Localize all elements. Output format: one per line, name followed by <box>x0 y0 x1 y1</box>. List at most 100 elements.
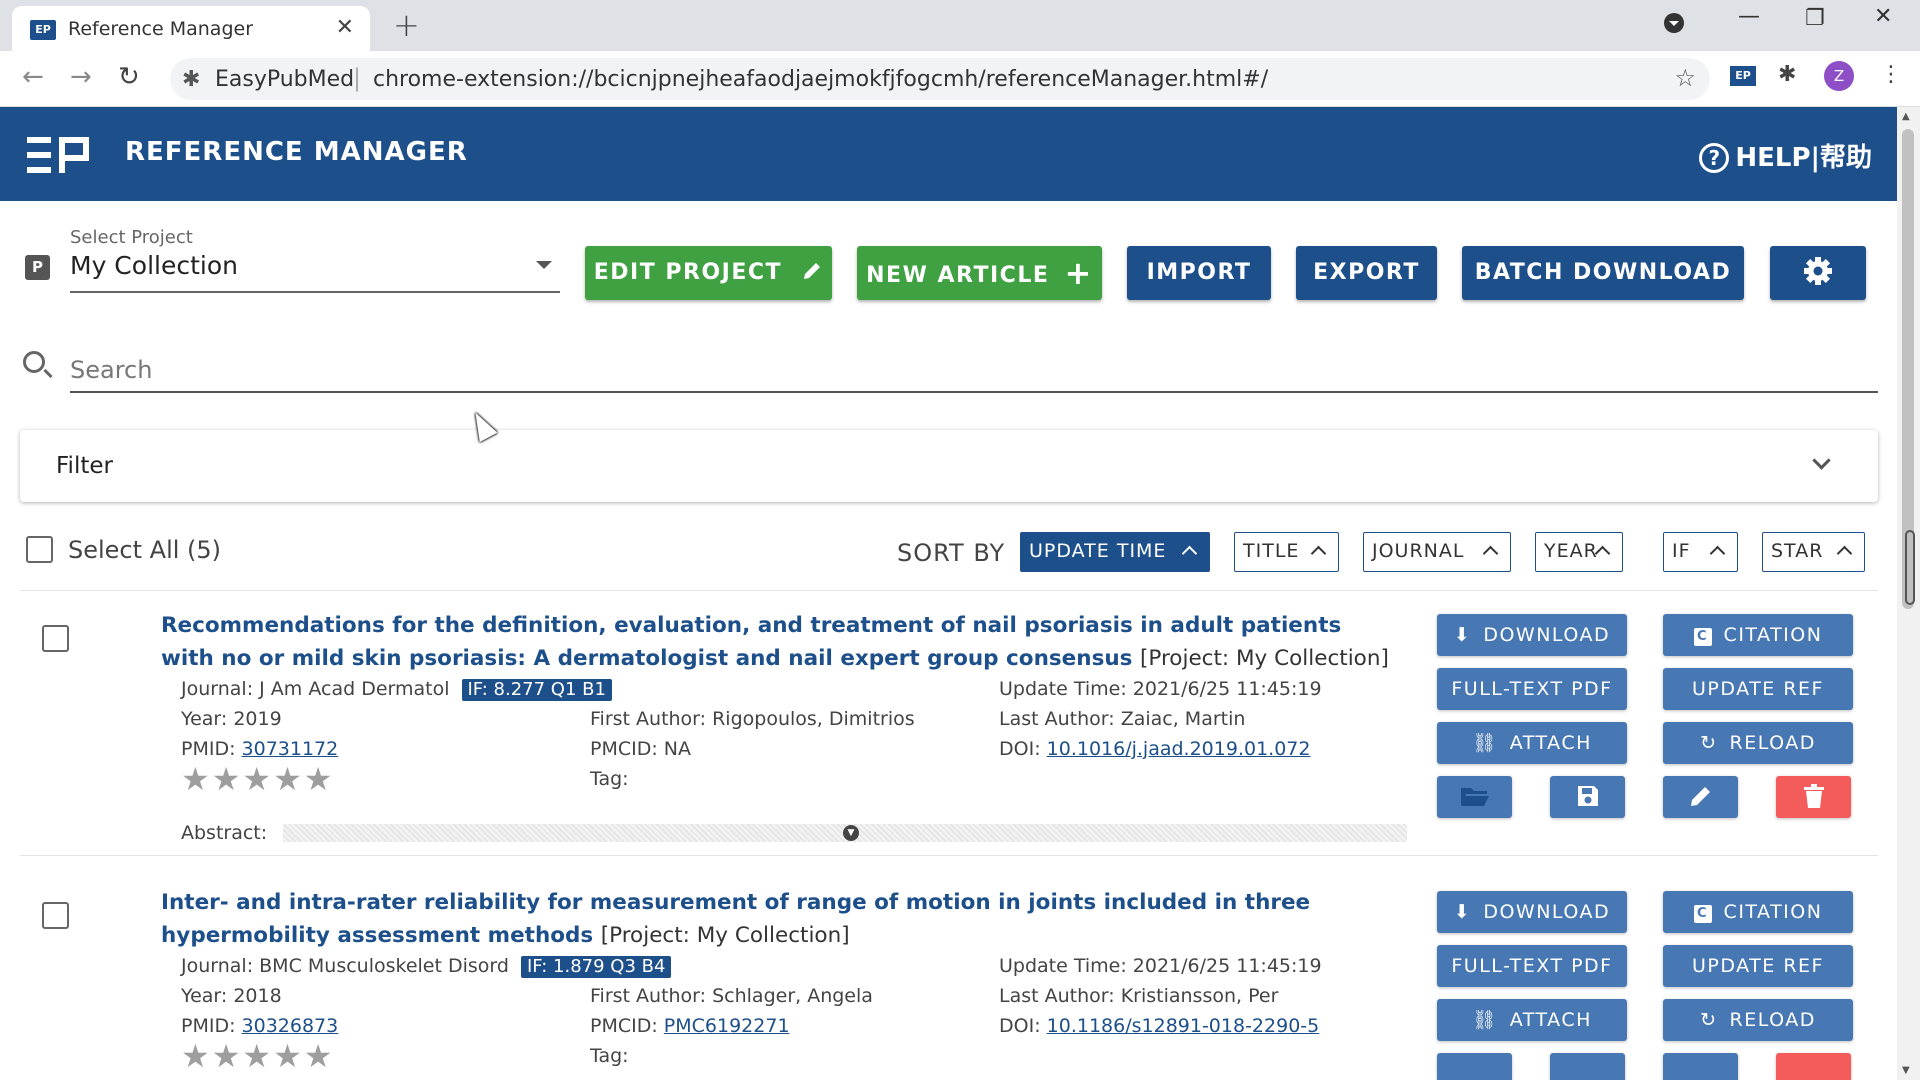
batch-download-button[interactable]: BATCH DOWNLOAD <box>1462 246 1744 300</box>
save-button[interactable] <box>1550 776 1625 818</box>
pmcid-link[interactable]: PMC6192271 <box>664 1015 790 1037</box>
citation-button[interactable]: C CITATION <box>1663 614 1853 656</box>
delete-button[interactable] <box>1776 1053 1851 1080</box>
select-all-checkbox[interactable] <box>26 536 53 563</box>
update-ref-button[interactable]: UPDATE REF <box>1663 945 1853 987</box>
side-rail-handle[interactable] <box>1905 530 1915 605</box>
pmid-label: PMID: <box>181 1015 242 1037</box>
url-text[interactable]: chrome-extension://bcicnjpnejheafaodjaej… <box>373 67 1268 92</box>
reload-button[interactable]: ↻ RELOAD <box>1663 999 1853 1041</box>
sort-journal-button[interactable]: JOURNAL <box>1363 532 1511 572</box>
chevron-up-icon <box>1709 545 1726 562</box>
article-update-time: Update Time: 2021/6/25 11:45:19 <box>999 955 1322 977</box>
article-checkbox[interactable] <box>42 625 69 652</box>
help-link[interactable]: ? HELP|帮助 <box>1699 137 1872 174</box>
pmid-label: PMID: <box>181 738 242 760</box>
reload-icon: ↻ <box>1700 1009 1718 1031</box>
reload-icon: ↻ <box>1700 732 1718 754</box>
sort-by-label: SORT BY <box>897 539 1006 567</box>
restore-icon[interactable]: ❐ <box>1805 6 1825 31</box>
download-button[interactable]: ⬇ DOWNLOAD <box>1437 891 1627 933</box>
extensions-puzzle-icon[interactable]: ✱ <box>1778 62 1796 87</box>
chevron-up-icon <box>1482 545 1499 562</box>
impact-factor-badge: IF: 1.879 Q3 B4 <box>520 956 672 978</box>
pencil-icon <box>791 260 823 285</box>
scroll-up-icon[interactable]: ▲ <box>1902 111 1910 122</box>
easypubmed-extension-icon[interactable]: EP <box>1730 66 1756 86</box>
sort-year-button[interactable]: YEAR <box>1535 532 1623 572</box>
scroll-down-icon[interactable]: ▼ <box>1902 1065 1910 1076</box>
browser-tab[interactable]: EP Reference Manager ✕ <box>12 6 370 51</box>
doi-link[interactable]: 10.1016/j.jaad.2019.01.072 <box>1047 738 1311 760</box>
doi-link[interactable]: 10.1186/s12891-018-2290-5 <box>1047 1015 1320 1037</box>
address-bar: ← → ↻ ✱ EasyPubMed | chrome-extension://… <box>0 51 1920 107</box>
download-label: DOWNLOAD <box>1483 901 1611 923</box>
save-button[interactable] <box>1550 1053 1625 1080</box>
article-pmid: PMID: 30731172 <box>181 738 338 760</box>
forward-arrow-icon[interactable]: → <box>70 62 92 92</box>
update-ref-button[interactable]: UPDATE REF <box>1663 668 1853 710</box>
back-arrow-icon[interactable]: ← <box>22 62 44 92</box>
sort-title-button[interactable]: TITLE <box>1234 532 1339 572</box>
article-first-author: First Author: Schlager, Angela <box>590 985 873 1007</box>
chevron-down-icon[interactable] <box>1812 451 1831 470</box>
attach-button[interactable]: ⛓ ATTACH <box>1437 722 1627 764</box>
reload-button[interactable]: ↻ RELOAD <box>1663 722 1853 764</box>
bookmark-star-icon[interactable]: ☆ <box>1674 64 1696 92</box>
full-text-pdf-button[interactable]: FULL-TEXT PDF <box>1437 668 1627 710</box>
close-tab-icon[interactable]: ✕ <box>336 15 354 40</box>
filter-label: Filter <box>56 453 113 479</box>
chevron-up-icon <box>1181 545 1198 562</box>
import-button[interactable]: IMPORT <box>1127 246 1271 300</box>
star-rating[interactable]: ★★★★★ <box>181 1037 334 1075</box>
new-tab-button[interactable]: + <box>393 6 420 44</box>
article-doi: DOI: 10.1016/j.jaad.2019.01.072 <box>999 738 1310 760</box>
citation-icon: C <box>1693 905 1712 923</box>
article-title[interactable]: Recommendations for the definition, eval… <box>161 609 1401 675</box>
expand-abstract-icon[interactable]: ▼ <box>843 825 859 841</box>
full-text-pdf-button[interactable]: FULL-TEXT PDF <box>1437 945 1627 987</box>
edit-article-button[interactable] <box>1663 776 1738 818</box>
settings-button[interactable] <box>1770 246 1866 300</box>
list-divider <box>20 855 1878 856</box>
star-rating[interactable]: ★★★★★ <box>181 760 334 798</box>
article-doi: DOI: 10.1186/s12891-018-2290-5 <box>999 1015 1319 1037</box>
minimize-icon[interactable]: — <box>1738 4 1760 29</box>
download-label: DOWNLOAD <box>1483 624 1611 646</box>
search-input[interactable] <box>70 348 1878 393</box>
article-last-author: Last Author: Zaiac, Martin <box>999 708 1246 730</box>
url-field[interactable]: ✱ EasyPubMed | chrome-extension://bcicnj… <box>170 58 1710 100</box>
close-window-icon[interactable]: ✕ <box>1874 4 1892 29</box>
edit-project-button[interactable]: EDIT PROJECT <box>585 246 832 300</box>
journal-text: Journal: BMC Musculoskelet Disord <box>181 955 509 977</box>
new-article-button[interactable]: NEW ARTICLE + <box>857 246 1102 300</box>
browser-menu-icon[interactable]: ⋮ <box>1880 62 1902 87</box>
search-icon <box>23 351 45 373</box>
sort-option-label: IF <box>1672 540 1691 562</box>
export-button[interactable]: EXPORT <box>1296 246 1437 300</box>
download-icon: ⬇ <box>1453 624 1472 646</box>
article-title[interactable]: Inter- and intra-rater reliability for m… <box>161 886 1401 952</box>
sort-star-button[interactable]: STAR <box>1762 532 1865 572</box>
article-year: Year: 2019 <box>181 708 282 730</box>
open-folder-button[interactable] <box>1437 1053 1512 1080</box>
filter-panel[interactable]: Filter <box>20 430 1878 502</box>
avatar[interactable]: Z <box>1824 61 1854 91</box>
attach-button[interactable]: ⛓ ATTACH <box>1437 999 1627 1041</box>
abstract-collapsed[interactable]: ▼ <box>283 824 1407 842</box>
delete-button[interactable] <box>1776 776 1851 818</box>
chevron-up-icon <box>1310 545 1327 562</box>
sort-update-time-button[interactable]: UPDATE TIME <box>1020 532 1210 572</box>
sort-if-button[interactable]: IF <box>1663 532 1738 572</box>
edit-article-button[interactable] <box>1663 1053 1738 1080</box>
pmid-link[interactable]: 30326873 <box>242 1015 339 1037</box>
project-select[interactable]: My Collection <box>70 251 560 293</box>
open-folder-button[interactable] <box>1437 776 1512 818</box>
download-button[interactable]: ⬇ DOWNLOAD <box>1437 614 1627 656</box>
profile-dropdown-icon[interactable] <box>1663 12 1685 40</box>
citation-button[interactable]: C CITATION <box>1663 891 1853 933</box>
pmid-link[interactable]: 30731172 <box>242 738 339 760</box>
easypubmed-logo <box>27 137 95 173</box>
article-checkbox[interactable] <box>42 902 69 929</box>
reload-page-icon[interactable]: ↻ <box>118 62 140 92</box>
